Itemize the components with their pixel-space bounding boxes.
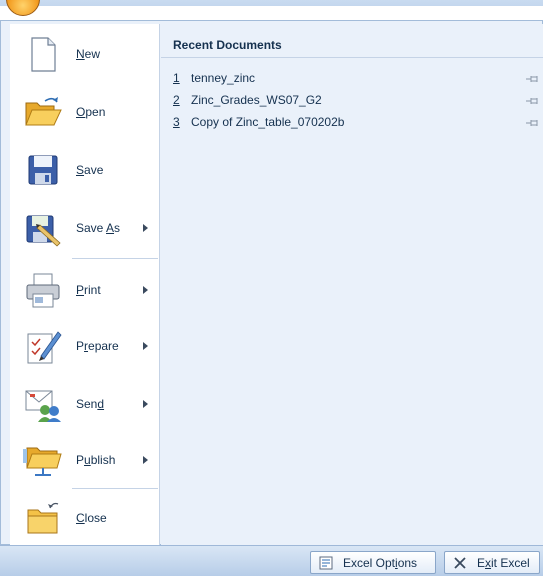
recent-item-name: tenney_zinc (191, 71, 256, 85)
pin-icon[interactable] (526, 117, 540, 127)
options-icon (319, 556, 333, 570)
recent-item-number: 1 (173, 71, 180, 85)
close-button[interactable]: Close (10, 492, 160, 544)
save-disk-icon (23, 150, 63, 190)
save-as-icon (23, 208, 63, 248)
recent-documents-title: Recent Documents (173, 38, 282, 52)
menu-separator (72, 488, 158, 489)
printer-icon (23, 270, 63, 310)
recent-documents-pane: Recent Documents 1 tenney_zinc 2 Zinc_Gr… (161, 24, 543, 545)
open-folder-icon (23, 92, 63, 132)
prepare-button[interactable]: Prepare (10, 320, 160, 372)
excel-options-button[interactable]: Excel Options (310, 551, 436, 574)
new-label: New (76, 47, 101, 61)
send-label: Send (76, 397, 105, 411)
save-as-label: Save As (76, 221, 121, 235)
send-button[interactable]: Send (10, 378, 160, 430)
save-as-submenu-arrow-icon (143, 224, 148, 232)
publish-button[interactable]: Publish (10, 434, 160, 486)
save-label: Save (76, 163, 104, 177)
prepare-pen-icon (23, 326, 63, 366)
publish-folder-icon (23, 440, 63, 480)
print-submenu-arrow-icon (143, 286, 148, 294)
print-label: Print (76, 283, 101, 297)
open-label: Open (76, 105, 106, 119)
prepare-submenu-arrow-icon (143, 342, 148, 350)
excel-options-label: Excel Options (343, 555, 418, 570)
pin-icon[interactable] (526, 73, 540, 83)
recent-documents-divider (161, 57, 543, 58)
recent-item-name: Copy of Zinc_table_070202b (191, 115, 345, 129)
menu-separator (72, 258, 158, 259)
publish-label: Publish (76, 453, 116, 467)
recent-document-item[interactable]: 1 tenney_zinc (173, 68, 543, 88)
new-button[interactable]: New (10, 28, 160, 80)
recent-item-number: 2 (173, 93, 180, 107)
save-as-button[interactable]: Save As (10, 202, 160, 254)
prepare-label: Prepare (76, 339, 119, 353)
exit-excel-label: Exit Excel (477, 555, 530, 570)
print-button[interactable]: Print (10, 264, 160, 316)
open-button[interactable]: Open (10, 86, 160, 138)
close-folder-icon (23, 498, 63, 538)
exit-excel-button[interactable]: Exit Excel (444, 551, 540, 574)
close-x-icon (453, 556, 467, 570)
menu-footer: Excel Options Exit Excel (0, 545, 543, 576)
recent-item-name: Zinc_Grades_WS07_G2 (191, 93, 322, 107)
send-submenu-arrow-icon (143, 400, 148, 408)
recent-document-item[interactable]: 3 Copy of Zinc_table_070202b (173, 112, 543, 132)
publish-submenu-arrow-icon (143, 456, 148, 464)
save-button[interactable]: Save (10, 144, 160, 196)
close-label: Close (76, 511, 107, 525)
recent-document-item[interactable]: 2 Zinc_Grades_WS07_G2 (173, 90, 543, 110)
send-icon (23, 384, 63, 424)
new-document-icon (23, 34, 63, 74)
pin-icon[interactable] (526, 95, 540, 105)
command-pane: New Open Save Save As Print Prepare Send… (10, 24, 160, 545)
recent-item-number: 3 (173, 115, 180, 129)
